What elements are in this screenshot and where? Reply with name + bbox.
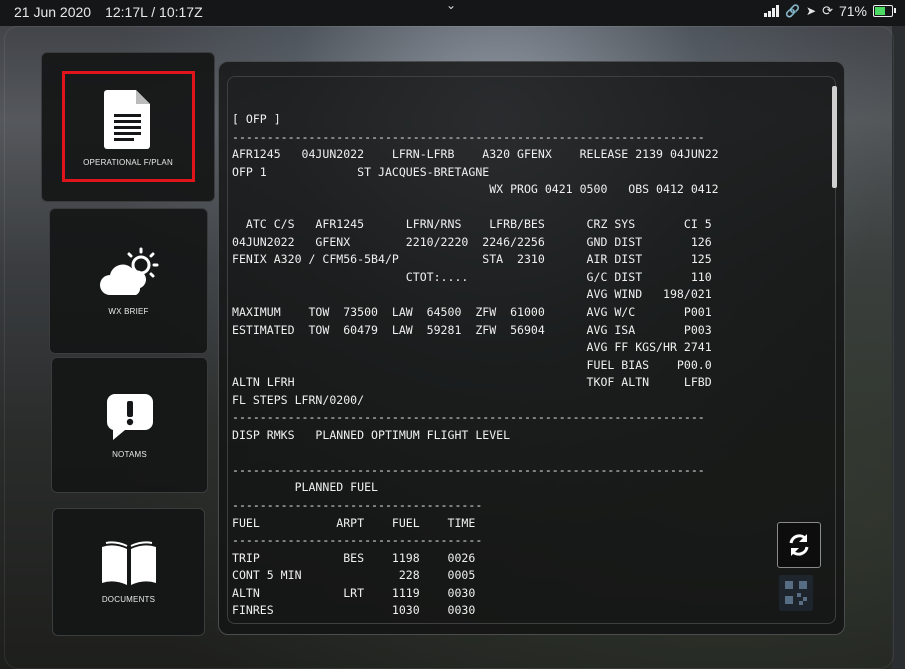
ofp-line: TRIP BES 1198 0026 xyxy=(232,550,476,565)
selected-highlight xyxy=(62,71,195,182)
ofp-line: ESTIMATED TOW 60479 LAW 59281 ZFW 56904 … xyxy=(232,322,712,337)
ofp-line: OFP 1 ST JACQUES-BRETAGNE xyxy=(232,164,490,179)
ofp-line: FUEL ARPT FUEL TIME xyxy=(232,515,476,530)
ofp-line: AVG FF KGS/HR 2741 xyxy=(232,340,712,355)
nav-label-notams: NOTAMS xyxy=(112,449,147,459)
ofp-line: AVG WIND 198/021 xyxy=(232,287,712,302)
ofp-line: ALTN LFRH TKOF ALTN LFBD xyxy=(232,375,712,390)
ofp-line: FENIX A320 / CFM56-5B4/P STA 2310 AIR DI… xyxy=(232,252,712,267)
ofp-line: ----------------------------------------… xyxy=(232,129,705,144)
link-icon: 🔗 xyxy=(785,4,800,18)
ofp-viewer[interactable]: [ OFP ] --------------------------------… xyxy=(227,76,836,624)
ofp-line: CTOT:.... G/C DIST 110 xyxy=(232,269,712,284)
refresh-button[interactable] xyxy=(777,522,821,568)
status-time: 12:17L / 10:17Z xyxy=(105,4,203,20)
ofp-line: ATC C/S AFR1245 LFRN/RNS LFRB/BES CRZ SY… xyxy=(232,217,712,232)
qr-code-icon xyxy=(785,581,807,605)
nav-notams-button[interactable]: NOTAMS xyxy=(51,357,208,493)
ofp-line: ------------------------------------ xyxy=(232,498,483,513)
chevron-down-icon[interactable]: ⌄ xyxy=(446,0,456,12)
ofp-line: FUEL BIAS P00.0 xyxy=(232,357,712,372)
nav-wx-brief-button[interactable]: WX BRIEF xyxy=(49,208,208,354)
ofp-line: DISP RMKS PLANNED OPTIMUM FLIGHT LEVEL xyxy=(232,427,511,442)
ofp-line: FL STEPS LFRN/0200/ xyxy=(232,392,365,407)
signal-icon xyxy=(764,5,780,17)
qr-code-button[interactable] xyxy=(779,575,813,611)
ofp-line: ----------------------------------------… xyxy=(232,462,705,477)
nav-label-documents: DOCUMENTS xyxy=(101,594,156,604)
status-date: 21 Jun 2020 xyxy=(14,4,92,20)
status-bar: 21 Jun 2020 12:17L / 10:17Z ⌄ 🔗 ➤ ⟳ 71% xyxy=(0,0,905,26)
weather-icon xyxy=(99,247,158,295)
ofp-line: 04JUN2022 GFENX 2210/2220 2246/2256 GND … xyxy=(232,234,712,249)
scrollbar-thumb[interactable] xyxy=(832,86,837,188)
ofp-line: ----------------------------------------… xyxy=(232,410,705,425)
book-icon xyxy=(101,540,156,585)
ofp-line: AFR1245 04JUN2022 LFRN-LFRB A320 GFENX R… xyxy=(232,147,719,162)
alert-bubble-icon xyxy=(106,393,153,440)
ofp-text: [ OFP ] --------------------------------… xyxy=(232,111,719,620)
ofp-line: CONT 5 MIN 228 0005 xyxy=(232,568,476,583)
ofp-scrollbar[interactable] xyxy=(832,86,837,612)
ofp-line: MAXIMUM TOW 73500 LAW 64500 ZFW 61000 AV… xyxy=(232,305,712,320)
ofp-line: ------------------------------------ xyxy=(232,533,483,548)
ofp-line: PLANNED FUEL xyxy=(232,480,378,495)
battery-icon xyxy=(873,5,896,17)
nav-documents-button[interactable]: DOCUMENTS xyxy=(52,508,205,636)
battery-percent: 71% xyxy=(838,3,867,19)
rotation-lock-icon: ⟳ xyxy=(822,3,833,18)
nav-label-wx-brief: WX BRIEF xyxy=(108,306,149,316)
ofp-line: [ OFP ] xyxy=(232,112,281,126)
location-arrow-icon: ➤ xyxy=(806,4,817,18)
ofp-line: ALTN LRT 1119 0030 xyxy=(232,585,476,600)
ofp-line: FINRES 1030 0030 xyxy=(232,603,476,618)
ofp-line: WX PROG 0421 0500 OBS 0412 0412 xyxy=(232,182,719,197)
refresh-icon xyxy=(789,534,809,556)
ofp-panel: [ OFP ] --------------------------------… xyxy=(218,61,845,635)
